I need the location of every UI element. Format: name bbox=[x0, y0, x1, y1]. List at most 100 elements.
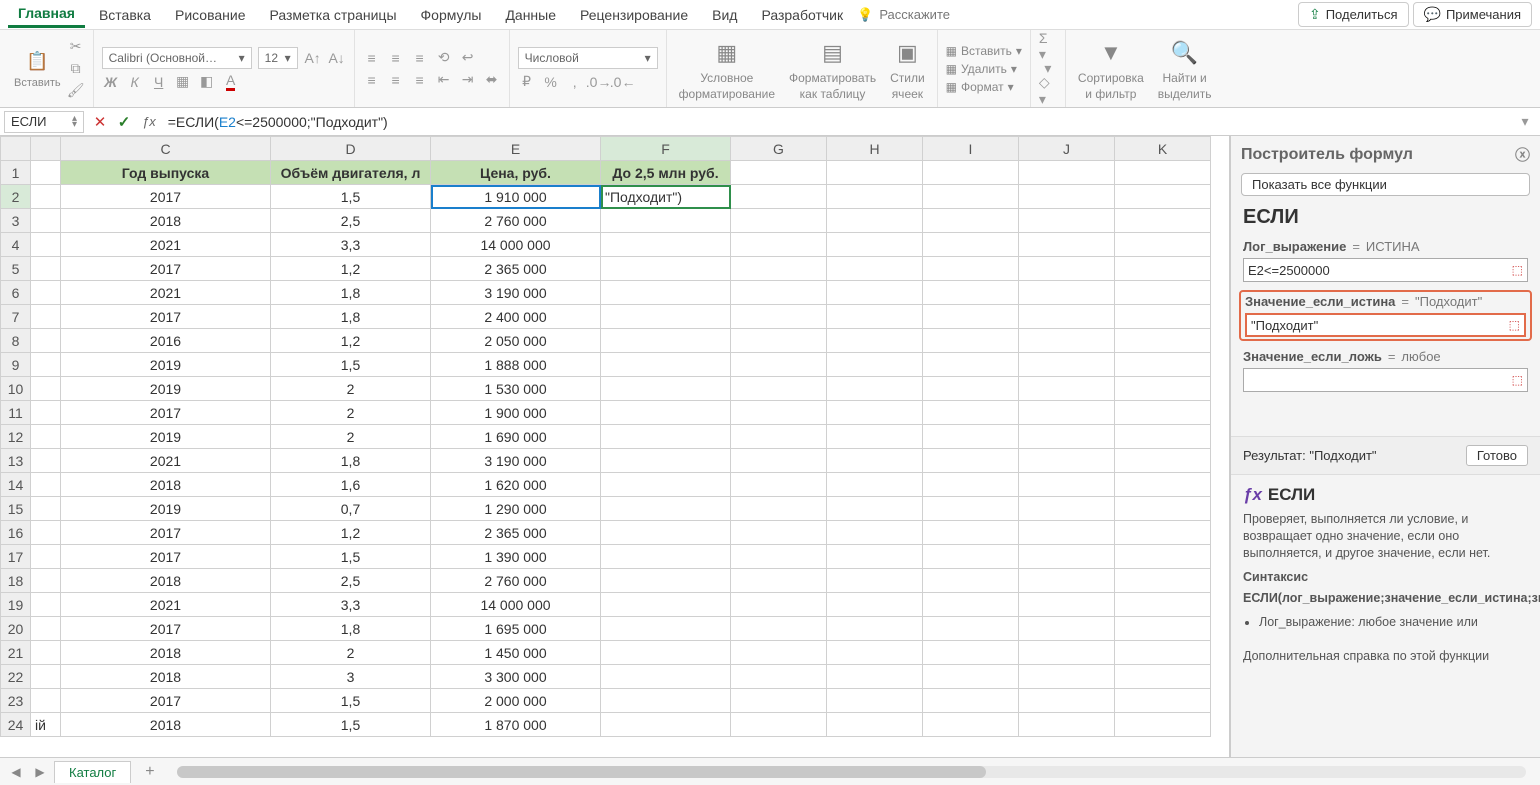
row-header-3[interactable]: 3 bbox=[1, 209, 31, 233]
cell-H7[interactable] bbox=[827, 305, 923, 329]
cell-K15[interactable] bbox=[1115, 497, 1211, 521]
cell-C13[interactable]: 2021 bbox=[61, 449, 271, 473]
decrease-decimal-icon[interactable]: .0← bbox=[614, 73, 632, 91]
formula-expand-icon[interactable]: ▾ bbox=[1516, 113, 1534, 131]
cell-G1[interactable] bbox=[731, 161, 827, 185]
cell-D11[interactable]: 2 bbox=[271, 401, 431, 425]
cell-E4[interactable]: 14 000 000 bbox=[431, 233, 601, 257]
cell-H11[interactable] bbox=[827, 401, 923, 425]
horizontal-scrollbar[interactable] bbox=[177, 766, 1526, 778]
conditional-formatting-button[interactable]: ▦ Условное форматирование bbox=[675, 35, 779, 103]
name-box[interactable]: ЕСЛИ ▴▾ bbox=[4, 111, 84, 133]
cell-H14[interactable] bbox=[827, 473, 923, 497]
cell-K17[interactable] bbox=[1115, 545, 1211, 569]
cell-C8[interactable]: 2016 bbox=[61, 329, 271, 353]
cell-D5[interactable]: 1,2 bbox=[271, 257, 431, 281]
find-select-button[interactable]: 🔍 Найти и выделить bbox=[1154, 35, 1216, 103]
cell-F24[interactable] bbox=[601, 713, 731, 737]
cell-J4[interactable] bbox=[1019, 233, 1115, 257]
cell-J12[interactable] bbox=[1019, 425, 1115, 449]
cell-I23[interactable] bbox=[923, 689, 1019, 713]
cell-I15[interactable] bbox=[923, 497, 1019, 521]
cell-C5[interactable]: 2017 bbox=[61, 257, 271, 281]
cell-H23[interactable] bbox=[827, 689, 923, 713]
cell-J19[interactable] bbox=[1019, 593, 1115, 617]
cell-K19[interactable] bbox=[1115, 593, 1211, 617]
cell-C3[interactable]: 2018 bbox=[61, 209, 271, 233]
cell-G5[interactable] bbox=[731, 257, 827, 281]
cell-H4[interactable] bbox=[827, 233, 923, 257]
cell-D10[interactable]: 2 bbox=[271, 377, 431, 401]
cell-F10[interactable] bbox=[601, 377, 731, 401]
number-format-combo[interactable]: Числовой▾ bbox=[518, 47, 658, 69]
cell-D22[interactable]: 3 bbox=[271, 665, 431, 689]
cell-K21[interactable] bbox=[1115, 641, 1211, 665]
cell-C4[interactable]: 2021 bbox=[61, 233, 271, 257]
row-header-21[interactable]: 21 bbox=[1, 641, 31, 665]
cell-J13[interactable] bbox=[1019, 449, 1115, 473]
cell-I14[interactable] bbox=[923, 473, 1019, 497]
cell-E3[interactable]: 2 760 000 bbox=[431, 209, 601, 233]
cell-F20[interactable] bbox=[601, 617, 731, 641]
italic-icon[interactable]: К bbox=[126, 73, 144, 91]
cell-I6[interactable] bbox=[923, 281, 1019, 305]
cell-J10[interactable] bbox=[1019, 377, 1115, 401]
cell-F9[interactable] bbox=[601, 353, 731, 377]
cell-D24[interactable]: 1,5 bbox=[271, 713, 431, 737]
align-bottom-icon[interactable]: ≡ bbox=[411, 49, 429, 67]
cut-icon[interactable]: ✂ bbox=[67, 38, 85, 56]
cell-E2[interactable]: 1 910 000 bbox=[431, 185, 601, 209]
row-header-22[interactable]: 22 bbox=[1, 665, 31, 689]
cell-C23[interactable]: 2017 bbox=[61, 689, 271, 713]
col-header-I[interactable]: I bbox=[923, 137, 1019, 161]
tab-insert[interactable]: Вставка bbox=[89, 3, 161, 27]
cell-E17[interactable]: 1 390 000 bbox=[431, 545, 601, 569]
cell-H22[interactable] bbox=[827, 665, 923, 689]
cell-E19[interactable]: 14 000 000 bbox=[431, 593, 601, 617]
font-name-combo[interactable]: Calibri (Основной…▾ bbox=[102, 47, 252, 69]
cell-G3[interactable] bbox=[731, 209, 827, 233]
format-cells-button[interactable]: ▦Формат ▾ bbox=[946, 80, 1022, 94]
cell-E1[interactable]: Цена, руб. bbox=[431, 161, 601, 185]
wrap-text-icon[interactable]: ↩ bbox=[459, 49, 477, 67]
cell-I12[interactable] bbox=[923, 425, 1019, 449]
font-color-icon[interactable]: A bbox=[222, 73, 240, 91]
cell-G11[interactable] bbox=[731, 401, 827, 425]
cell-G13[interactable] bbox=[731, 449, 827, 473]
cell-H9[interactable] bbox=[827, 353, 923, 377]
cell-I10[interactable] bbox=[923, 377, 1019, 401]
row-header-17[interactable]: 17 bbox=[1, 545, 31, 569]
cell-C9[interactable]: 2019 bbox=[61, 353, 271, 377]
sort-filter-button[interactable]: ▼ Сортировка и фильтр bbox=[1074, 35, 1148, 103]
cell-E18[interactable]: 2 760 000 bbox=[431, 569, 601, 593]
cell-J20[interactable] bbox=[1019, 617, 1115, 641]
percent-icon[interactable]: % bbox=[542, 73, 560, 91]
cell-I9[interactable] bbox=[923, 353, 1019, 377]
cell-D21[interactable]: 2 bbox=[271, 641, 431, 665]
tab-view[interactable]: Вид bbox=[702, 3, 747, 27]
cell-K2[interactable] bbox=[1115, 185, 1211, 209]
cell-F14[interactable] bbox=[601, 473, 731, 497]
tab-data[interactable]: Данные bbox=[495, 3, 566, 27]
row-header-2[interactable]: 2 bbox=[1, 185, 31, 209]
row-header-24[interactable]: 24 bbox=[1, 713, 31, 737]
cell-I17[interactable] bbox=[923, 545, 1019, 569]
cell-K11[interactable] bbox=[1115, 401, 1211, 425]
cell-I5[interactable] bbox=[923, 257, 1019, 281]
cell-I1[interactable] bbox=[923, 161, 1019, 185]
cell-I4[interactable] bbox=[923, 233, 1019, 257]
cell-D19[interactable]: 3,3 bbox=[271, 593, 431, 617]
cell-C21[interactable]: 2018 bbox=[61, 641, 271, 665]
cell-E22[interactable]: 3 300 000 bbox=[431, 665, 601, 689]
cell-K1[interactable] bbox=[1115, 161, 1211, 185]
underline-icon[interactable]: Ч bbox=[150, 73, 168, 91]
cell-C2[interactable]: 2017 bbox=[61, 185, 271, 209]
cell-J7[interactable] bbox=[1019, 305, 1115, 329]
row-header-18[interactable]: 18 bbox=[1, 569, 31, 593]
cell-K24[interactable] bbox=[1115, 713, 1211, 737]
cell-E10[interactable]: 1 530 000 bbox=[431, 377, 601, 401]
cell-K3[interactable] bbox=[1115, 209, 1211, 233]
cell-E6[interactable]: 3 190 000 bbox=[431, 281, 601, 305]
sheet-nav-next[interactable]: ▶ bbox=[30, 765, 50, 779]
cell-I18[interactable] bbox=[923, 569, 1019, 593]
